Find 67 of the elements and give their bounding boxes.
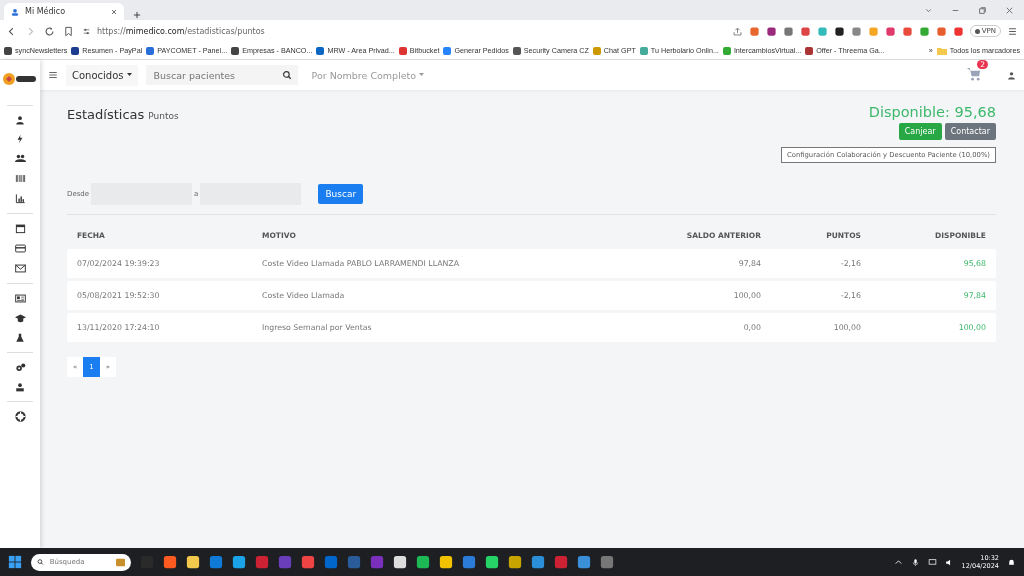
- favicon-icon: [805, 46, 814, 55]
- new-tab-icon[interactable]: [132, 10, 142, 20]
- favicon-icon: [231, 46, 240, 55]
- start-icon[interactable]: [8, 555, 22, 569]
- app-icon[interactable]: [163, 555, 177, 569]
- cart-icon[interactable]: [966, 65, 981, 81]
- flask-icon[interactable]: [15, 333, 25, 343]
- credit-card-icon[interactable]: [14, 243, 26, 254]
- bookmark-icon[interactable]: [63, 25, 74, 37]
- restore-icon[interactable]: [978, 5, 987, 15]
- extension-icon[interactable]: [765, 25, 777, 37]
- favicon-icon: [316, 46, 325, 55]
- available-points: Disponible: 95,68: [868, 104, 996, 120]
- envelope-icon[interactable]: [14, 263, 26, 274]
- close-icon[interactable]: [110, 7, 118, 16]
- search-icon[interactable]: [281, 70, 292, 80]
- graduation-cap-icon[interactable]: [14, 313, 26, 324]
- app-icon[interactable]: [186, 555, 200, 569]
- reload-icon[interactable]: [44, 25, 55, 37]
- monitor-icon[interactable]: [927, 557, 937, 567]
- life-ring-icon[interactable]: [14, 411, 26, 422]
- chevron-up-icon[interactable]: [893, 557, 903, 567]
- calendar-icon[interactable]: [14, 223, 26, 234]
- favicon-icon: [512, 46, 521, 55]
- search-button[interactable]: Buscar: [318, 184, 364, 204]
- favicon-icon: [146, 46, 155, 55]
- newspaper-icon[interactable]: [14, 293, 26, 304]
- favicon-icon: [639, 46, 648, 55]
- dot-icon: [974, 28, 980, 34]
- app-icon[interactable]: [232, 555, 246, 569]
- bolt-icon[interactable]: [15, 134, 25, 144]
- app-icon[interactable]: [416, 555, 430, 569]
- site-settings-icon[interactable]: [82, 26, 91, 36]
- folder-icon: [936, 46, 947, 55]
- extension-icon[interactable]: [833, 25, 845, 37]
- app-icon[interactable]: [439, 555, 453, 569]
- favicon-icon: [71, 46, 80, 55]
- page-title: Estadísticas: [67, 107, 145, 122]
- search-icon: [37, 558, 44, 566]
- filter-dropdown[interactable]: Conocidos: [66, 64, 138, 86]
- favicon-icon: [592, 46, 601, 55]
- user-icon[interactable]: [15, 115, 25, 125]
- logo-icon[interactable]: [2, 72, 38, 86]
- page-subtitle: Puntos: [148, 111, 179, 121]
- menu-icon[interactable]: [48, 70, 58, 80]
- favicon-icon: [398, 46, 407, 55]
- caret-icon: [419, 73, 425, 77]
- users-icon[interactable]: [14, 153, 26, 164]
- favicon-icon: [722, 46, 731, 55]
- contact-button[interactable]: Contactar: [944, 123, 996, 140]
- share-icon[interactable]: [731, 25, 743, 37]
- barcode-icon[interactable]: [14, 173, 26, 184]
- bar-chart-icon[interactable]: [14, 193, 26, 204]
- caret-icon: [126, 73, 132, 77]
- address-url[interactable]: https://mimedico.com/estadisticas/puntos: [97, 26, 265, 36]
- app-icon[interactable]: [485, 555, 499, 569]
- microphone-icon[interactable]: [910, 557, 920, 567]
- favicon-icon: [443, 46, 452, 55]
- browser-tab[interactable]: Mi Médico: [4, 3, 124, 20]
- app-icon[interactable]: [508, 555, 522, 569]
- favicon-icon: [4, 46, 12, 55]
- menu-icon[interactable]: [1007, 25, 1018, 37]
- app-icon[interactable]: [393, 555, 407, 569]
- user-icon[interactable]: [1007, 70, 1016, 80]
- search-box[interactable]: Buscar pacientes: [145, 65, 298, 85]
- search-field[interactable]: Buscar pacientes: [151, 68, 282, 82]
- close-icon[interactable]: [1005, 5, 1014, 15]
